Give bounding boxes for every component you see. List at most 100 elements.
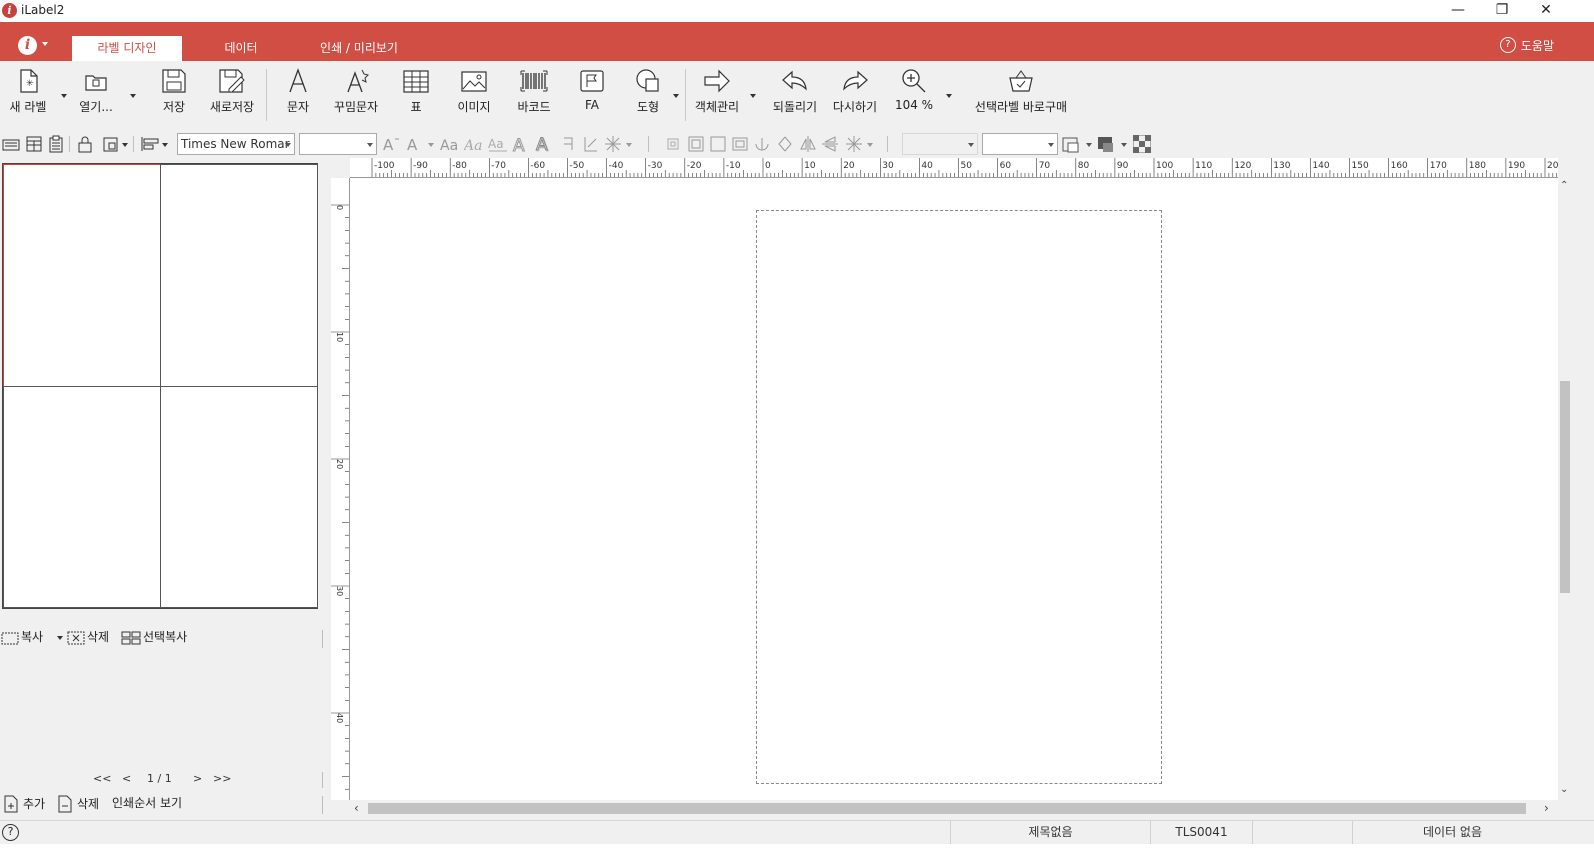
next-page-button[interactable]: > [193,772,202,785]
object-manage-button[interactable]: 객체관리 [690,67,744,123]
save-button[interactable]: 저장 [154,67,194,123]
line-style-combo[interactable] [902,133,978,155]
ruler-label: 120 [1234,161,1251,171]
scroll-left-icon[interactable]: ‹ [354,801,359,815]
select-copy-button[interactable]: 선택복사 [121,628,187,648]
open-label: 열기... [79,100,113,114]
print-order-button[interactable]: 인쇄순서 보기 [112,794,182,814]
delete-label: 삭제 [87,630,110,644]
app-menu-button[interactable]: i [18,36,50,56]
save-disk-icon [162,69,186,93]
frame-small-icon[interactable] [664,135,682,153]
shape-caret-icon[interactable] [673,94,679,98]
align-left-icon[interactable] [140,135,170,153]
delete-page-button[interactable]: 삭제 [57,794,99,814]
scroll-right-icon[interactable]: › [1544,801,1549,815]
scroll-down-icon[interactable]: ⌄ [1560,784,1568,795]
decorated-text-button[interactable]: 꾸밈문자 [330,67,382,123]
object-property-icon[interactable] [102,135,130,153]
font-shrink-icon[interactable]: A [406,135,434,153]
label-page[interactable] [756,210,1162,784]
open-button[interactable]: 열기... [76,67,116,123]
first-page-button[interactable]: << [93,772,111,785]
buy-label-button[interactable]: 선택라벨 바로구매 [968,67,1074,123]
font-name-combo[interactable]: Times New Romar [177,133,295,155]
last-page-button[interactable]: >> [213,772,231,785]
open-caret-icon[interactable] [130,94,136,98]
text-italic-icon[interactable]: Aa [464,135,486,153]
rotate-icon[interactable] [753,135,771,153]
design-canvas[interactable] [350,178,1558,800]
transparency-checker-icon[interactable] [1133,135,1151,153]
undo-label: 되돌리기 [772,100,818,114]
barcode-button[interactable]: 바코드 [512,67,556,123]
new-label-button[interactable]: ✳ 새 라벨 [4,67,52,123]
label-sheet-icon[interactable] [25,135,43,153]
lock-icon[interactable] [76,135,94,153]
zoom-caret-icon[interactable] [946,94,952,98]
table-button[interactable]: 표 [398,67,434,123]
label-cell[interactable] [3,386,161,608]
vertical-scroll-thumb[interactable] [1560,381,1570,593]
sparkle-effect-icon[interactable] [845,135,875,153]
restore-button[interactable]: ❐ [1480,0,1524,22]
font-size-combo[interactable] [299,133,377,155]
delete-label-button[interactable]: 삭제 [67,628,109,648]
copy-button[interactable]: 복사 [1,628,43,648]
close-button[interactable]: ✕ [1524,0,1568,22]
help-button[interactable]: ? 도움말 [1499,37,1554,55]
vertical-text-icon[interactable] [560,135,578,153]
add-page-button[interactable]: 추가 [3,794,45,814]
save-as-button[interactable]: 새로저장 [206,67,258,123]
redo-button[interactable]: 다시하기 [828,67,882,123]
vertical-scrollbar[interactable]: ⌃ ⌄ [1558,178,1572,800]
text-outline-icon[interactable]: A [512,135,530,154]
text-case-icon[interactable]: Aa [440,135,462,153]
text-label: 문자 [286,100,310,114]
ruler-label: -90 [413,161,428,171]
rotate-left-icon[interactable] [776,135,794,153]
flip-vertical-icon[interactable] [821,135,839,153]
text-underline-icon[interactable]: Aa [488,135,510,153]
tab-print-preview[interactable]: 인쇄 / 미리보기 [300,36,418,61]
text-button[interactable]: 문자 [280,67,316,123]
font-name-value: Times New Romar [181,137,290,151]
label-size-icon[interactable] [2,135,20,153]
new-label-caret-icon[interactable] [61,94,67,98]
window-title: iLabel2 [21,3,65,17]
help-circle-icon[interactable]: ? [2,824,19,841]
line-color-icon[interactable] [1062,135,1094,153]
copy-caret-icon[interactable] [57,636,63,640]
fa-button[interactable]: FA [576,67,608,123]
label-cell[interactable] [3,164,161,387]
flip-horizontal-icon[interactable] [799,135,817,153]
tab-data[interactable]: 데이터 [205,36,277,61]
redo-arrow-icon [843,70,868,91]
text-direction-icon[interactable] [582,135,600,153]
label-cell[interactable] [160,386,318,608]
undo-button[interactable]: 되돌리기 [768,67,822,123]
text-shadow-icon[interactable]: AA [535,135,553,153]
scroll-up-icon[interactable]: ⌃ [1560,180,1568,191]
font-grow-icon[interactable]: A [382,135,400,153]
text-effect-icon[interactable] [604,135,634,153]
frame-inner-icon[interactable] [731,135,749,153]
ruler-label: 0 [765,161,771,171]
label-cell[interactable] [160,164,318,387]
minimize-button[interactable]: — [1436,0,1480,22]
line-width-combo[interactable] [982,133,1058,155]
tab-label-design[interactable]: 라벨 디자인 [72,36,182,61]
clipboard-icon[interactable] [47,135,65,153]
ruler-label: 160 [1391,161,1408,171]
image-button[interactable]: 이미지 [452,67,496,123]
horizontal-scrollbar[interactable]: ‹ › [350,800,1558,817]
rectangle-outline-icon[interactable] [709,135,727,153]
object-manage-caret-icon[interactable] [750,94,756,98]
zoom-button[interactable]: 104 % [892,67,936,123]
shape-button[interactable]: 도형 [630,67,666,123]
fill-color-icon[interactable] [1097,135,1129,153]
horizontal-scroll-thumb[interactable] [368,803,1526,814]
prev-page-button[interactable]: < [122,772,131,785]
chevron-down-icon [367,143,373,147]
frame-border-icon[interactable] [687,135,705,153]
